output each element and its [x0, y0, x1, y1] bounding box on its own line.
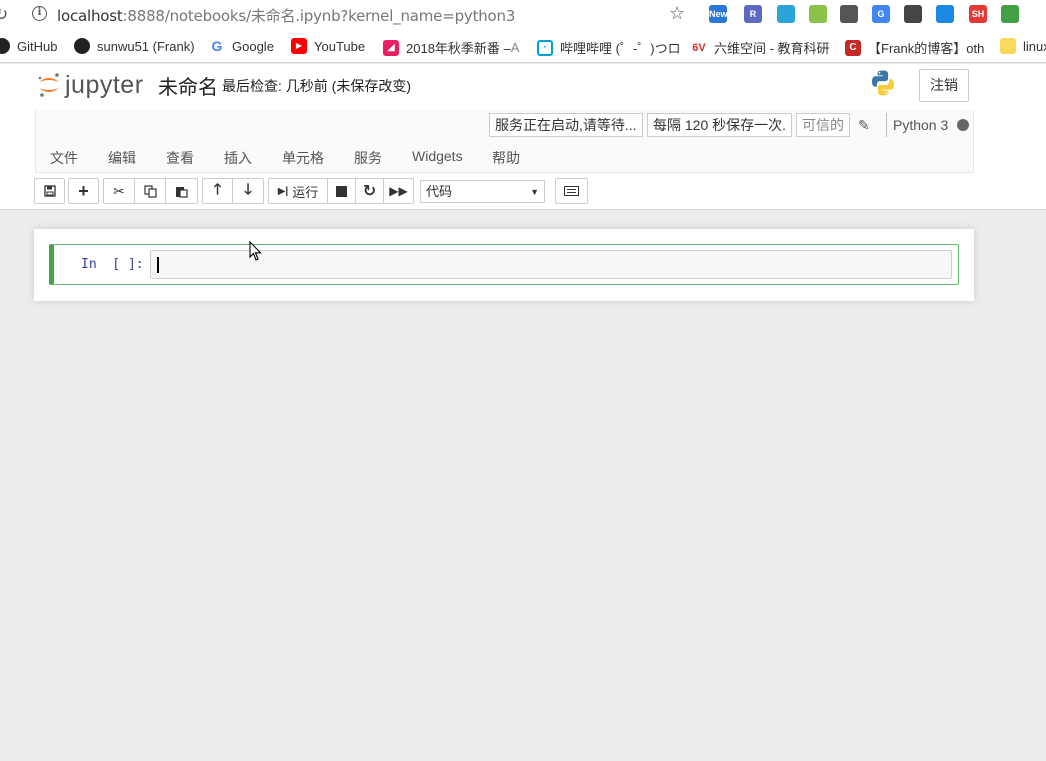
chevron-down-icon: ▼: [530, 187, 539, 197]
command-palette-group: [555, 178, 588, 204]
6v-icon: 6V: [691, 39, 707, 56]
move-up-button[interactable]: 🡑: [203, 179, 233, 203]
clipboard-button-group: ✂: [103, 178, 198, 204]
reload-icon[interactable]: ↻: [0, 5, 8, 25]
github-icon: [0, 38, 10, 54]
restart-run-all-button[interactable]: ▶▶: [384, 179, 413, 203]
menu-cell[interactable]: 单元格: [282, 148, 324, 168]
checkpoint-status: 最后检查: 几秒前 (未保存改变): [222, 78, 411, 94]
bilibili-icon: ·: [537, 39, 553, 56]
kernel-name: Python 3: [886, 113, 948, 137]
step-forward-icon: ▶|: [277, 185, 289, 197]
bookmark-sunwu51[interactable]: sunwu51 (Frank): [74, 38, 195, 54]
interrupt-button[interactable]: [328, 179, 356, 203]
menubar-container: 服务正在启动,请等待... 每隔 120 秒保存一次. 可信的 ✎ Python…: [35, 110, 974, 173]
menu-widgets[interactable]: Widgets: [412, 148, 463, 164]
bookmark-github[interactable]: GitHub: [0, 38, 57, 54]
jupyter-logo[interactable]: jupyter: [36, 70, 144, 100]
insert-cell-button[interactable]: +: [69, 179, 98, 203]
cell-type-select[interactable]: 代码 ▼: [420, 180, 545, 203]
layers-extension-icon[interactable]: [936, 5, 954, 23]
logout-button[interactable]: 注销: [919, 69, 969, 102]
run-button[interactable]: ▶| 运行: [269, 179, 328, 203]
circle-extension-icon[interactable]: [809, 5, 827, 23]
bookmark-6v[interactable]: 6V 六维空间 - 教育科研: [691, 38, 830, 57]
anime-icon: ◢: [383, 39, 399, 56]
blog-icon: C: [845, 39, 861, 56]
restart-button[interactable]: ↻: [356, 179, 384, 203]
insert-button-group: +: [68, 178, 99, 204]
save-button-group: [34, 178, 65, 204]
url-path: :8888/notebooks/未命名.ipynb?kernel_name=py…: [122, 7, 516, 25]
jupyter-logo-icon: [38, 73, 59, 97]
plus-icon: +: [78, 180, 89, 201]
copy-button[interactable]: [135, 179, 166, 203]
autosave-indicator: 每隔 120 秒保存一次.: [647, 113, 793, 137]
paste-icon: [176, 186, 188, 198]
text-cursor: [157, 257, 159, 273]
menu-edit[interactable]: 编辑: [108, 148, 136, 168]
python-logo-icon: [872, 70, 894, 96]
move-button-group: 🡑 🡓: [202, 178, 264, 204]
info-icon[interactable]: i: [32, 6, 47, 21]
bookmark-google[interactable]: G Google: [209, 38, 274, 54]
tab-extension-icon[interactable]: [777, 5, 795, 23]
run-button-group: ▶| 运行 ↻ ▶▶: [268, 178, 414, 204]
fast-forward-icon: ▶▶: [389, 184, 408, 198]
arrow-down-icon: 🡓: [244, 180, 252, 198]
cut-button[interactable]: ✂: [104, 179, 135, 203]
arrow-up-icon: 🡑: [213, 180, 222, 198]
url-host: localhost: [57, 7, 123, 25]
r-extension-icon[interactable]: R: [744, 5, 762, 23]
folder-icon: [1000, 38, 1016, 54]
menu-insert[interactable]: 插入: [224, 148, 252, 168]
bookmark-frank-blog[interactable]: C 【Frank的博客】oth: [845, 38, 984, 57]
code-cell[interactable]: In [ ]:: [49, 244, 959, 285]
bookmark-linux[interactable]: linux: [1000, 38, 1046, 54]
pencil-icon[interactable]: ✎: [858, 117, 870, 134]
paste-button[interactable]: [166, 179, 197, 203]
menu-file[interactable]: 文件: [50, 148, 78, 168]
youtube-icon: ▶: [291, 38, 307, 54]
github-icon: [74, 38, 90, 54]
translate-extension-icon[interactable]: G: [872, 5, 890, 23]
new-extension-icon[interactable]: New: [709, 5, 728, 23]
trusted-indicator[interactable]: 可信的: [796, 113, 850, 137]
menu-kernel[interactable]: 服务: [354, 148, 382, 168]
jupyter-header: jupyter 未命名 最后检查: 几秒前 (未保存改变) 注销 服务正在启动,…: [0, 64, 1046, 210]
menu-view[interactable]: 查看: [166, 148, 194, 168]
refresh-icon: ↻: [362, 183, 377, 200]
bookmark-youtube[interactable]: ▶ YouTube: [291, 38, 365, 54]
kernel-busy-indicator-icon: [957, 119, 969, 131]
code-input[interactable]: [150, 250, 952, 279]
save-icon: [43, 185, 56, 197]
bulb-extension-icon[interactable]: [840, 5, 858, 23]
url-field[interactable]: localhost:8888/notebooks/未命名.ipynb?kerne…: [57, 5, 515, 26]
menu-help[interactable]: 帮助: [492, 148, 520, 168]
scissors-icon: ✂: [113, 182, 125, 199]
move-down-button[interactable]: 🡓: [233, 179, 263, 203]
command-palette-button[interactable]: [556, 179, 587, 203]
copy-icon: [143, 184, 157, 198]
save-button[interactable]: [35, 179, 64, 203]
kernel-status-indicator: 服务正在启动,请等待...: [489, 113, 643, 137]
input-prompt: In [ ]:: [81, 257, 144, 272]
sh-extension-icon[interactable]: SH: [969, 5, 987, 23]
bookmark-star-icon[interactable]: ☆: [669, 3, 685, 24]
bookmark-bilibili[interactable]: · 哔哩哔哩 (゜-゜)つロ: [537, 38, 681, 57]
jupyter-logo-text: jupyter: [65, 70, 144, 99]
google-icon: G: [209, 38, 225, 54]
mouse-pointer-icon: [249, 241, 262, 261]
phone-extension-icon[interactable]: [904, 5, 922, 23]
chrome-extension-icon[interactable]: [1001, 5, 1019, 23]
bookmarks-bar: GitHub sunwu51 (Frank) G Google ▶ YouTube …: [0, 30, 1046, 63]
notebook-name[interactable]: 未命名: [158, 71, 218, 100]
notebook-container: In [ ]:: [34, 229, 974, 301]
keyboard-icon: [564, 186, 579, 196]
bookmark-anime[interactable]: ◢ 2018年秋季新番 – A: [383, 38, 519, 57]
stop-icon: [336, 185, 347, 197]
browser-address-bar: ↻ i localhost:8888/notebooks/未命名.ipynb?k…: [0, 0, 1046, 30]
